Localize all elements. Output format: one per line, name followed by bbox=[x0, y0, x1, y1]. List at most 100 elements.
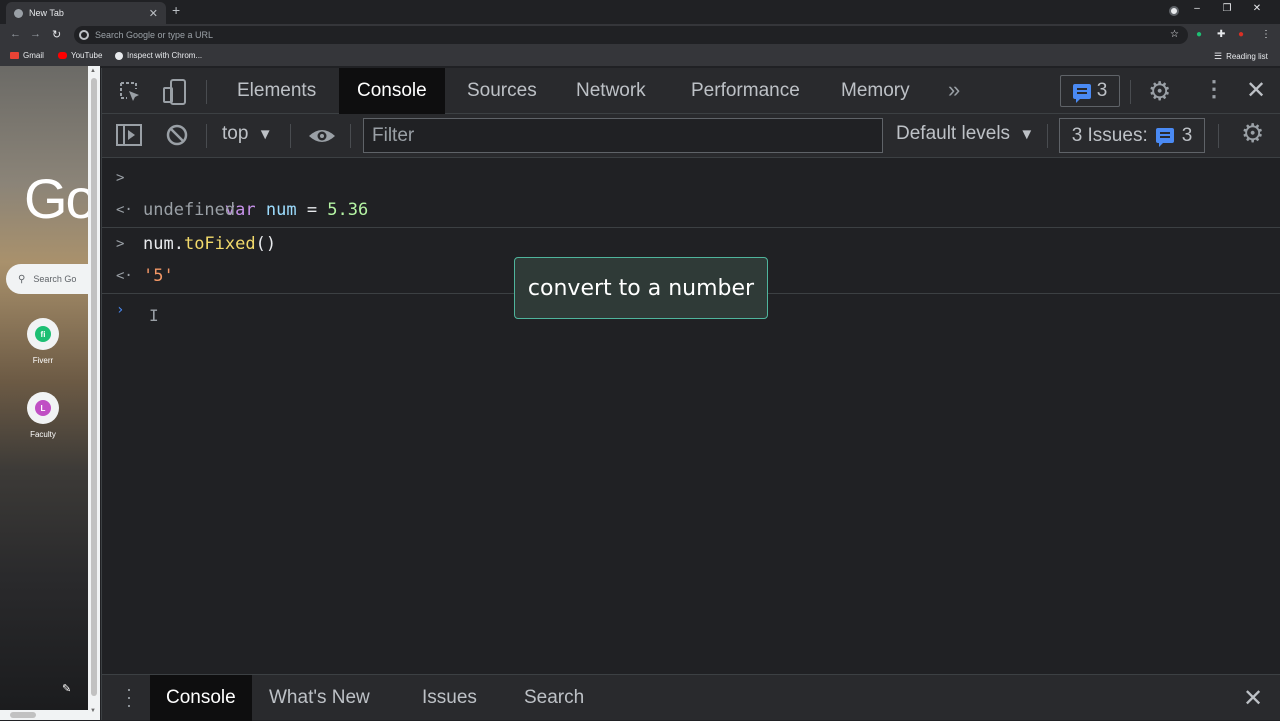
input-chevron-icon: > bbox=[116, 170, 125, 186]
inspect-element-icon[interactable] bbox=[118, 80, 142, 104]
scrollbar-thumb[interactable] bbox=[91, 78, 97, 696]
devtools-panel: Elements Console Sources Network Perform… bbox=[101, 68, 1280, 721]
chrome-menu-icon[interactable]: ⋮ bbox=[1261, 29, 1271, 40]
tab-console[interactable]: Console bbox=[339, 68, 445, 114]
chat-icon bbox=[1072, 83, 1091, 103]
issues-button[interactable]: 3 Issues: 3 bbox=[1059, 118, 1205, 153]
clear-console-icon[interactable] bbox=[165, 123, 189, 147]
shortcut-fiverr[interactable]: fi Fiverr bbox=[14, 318, 72, 365]
console-result[interactable]: '5' bbox=[143, 260, 174, 292]
window-controls: – ❐ ✕ bbox=[1182, 3, 1272, 14]
minimize-icon[interactable]: – bbox=[1182, 3, 1212, 14]
context-value: top bbox=[222, 123, 249, 144]
result-arrow-icon: <· bbox=[116, 202, 133, 218]
drawer-tab-console[interactable]: Console bbox=[150, 675, 252, 721]
log-levels-dropdown[interactable]: Default levels ▼ bbox=[896, 123, 1034, 145]
console-output[interactable]: > var num = 5.36 <· undefined > num.toFi… bbox=[102, 158, 1280, 672]
tab-memory[interactable]: Memory bbox=[841, 68, 910, 114]
code-token: '5' bbox=[143, 266, 174, 286]
google-logo: Go bbox=[24, 167, 88, 230]
settings-gear-icon[interactable]: ⚙ bbox=[1148, 76, 1171, 107]
tab-sources[interactable]: Sources bbox=[467, 68, 537, 114]
close-devtools-icon[interactable]: ✕ bbox=[1246, 76, 1266, 105]
drawer-tab-search[interactable]: Search bbox=[524, 675, 584, 721]
messages-count: 3 bbox=[1096, 80, 1108, 101]
close-tab-icon[interactable]: ✕ bbox=[149, 7, 158, 20]
tab-network[interactable]: Network bbox=[576, 68, 646, 114]
scroll-up-icon[interactable]: ▲ bbox=[90, 68, 96, 74]
code-token: num. bbox=[143, 234, 184, 254]
console-code[interactable]: num.toFixed() bbox=[143, 228, 276, 260]
close-window-icon[interactable]: ✕ bbox=[1242, 3, 1272, 14]
scrollbar-thumb[interactable] bbox=[10, 712, 36, 718]
sidebar-toggle-icon[interactable] bbox=[116, 123, 142, 147]
chat-icon bbox=[1155, 128, 1174, 147]
newtab-search-box[interactable]: ⚲ Search Go bbox=[6, 264, 88, 294]
console-result[interactable]: undefined bbox=[143, 194, 235, 226]
browser-toolbar: ← → ↻ Search Google or type a URL ☆ ● ✚ … bbox=[0, 24, 1280, 46]
kebab-menu-icon[interactable]: ⋮ bbox=[1203, 76, 1225, 102]
bookmark-inspect[interactable]: Inspect with Chrom... bbox=[115, 51, 202, 60]
omnibox[interactable]: Search Google or type a URL bbox=[74, 26, 1188, 44]
drawer-tab-issues[interactable]: Issues bbox=[422, 675, 477, 721]
live-expression-eye-icon[interactable] bbox=[307, 127, 337, 145]
device-toolbar-icon[interactable] bbox=[162, 78, 188, 106]
drawer-menu-icon[interactable]: · · · bbox=[124, 680, 134, 714]
browser-tabstrip: New Tab ✕ + – ❐ ✕ bbox=[0, 0, 1280, 24]
customize-pencil-icon[interactable]: ✎ bbox=[62, 682, 71, 695]
youtube-icon bbox=[58, 52, 67, 59]
bookmark-label: Gmail bbox=[23, 51, 44, 60]
drawer-tab-whats-new[interactable]: What's New bbox=[269, 675, 370, 721]
separator bbox=[206, 124, 207, 148]
shortcut-faculty[interactable]: L Faculty bbox=[14, 392, 72, 439]
filter-input[interactable]: Filter bbox=[363, 118, 883, 153]
recording-indicator-icon bbox=[1169, 6, 1179, 16]
reading-list-button[interactable]: ☰ Reading list bbox=[1214, 51, 1268, 62]
page-vertical-scrollbar[interactable]: ▲ ▼ bbox=[88, 66, 100, 720]
bookmark-gmail[interactable]: Gmail bbox=[10, 51, 44, 60]
annotation-tooltip: convert to a number bbox=[514, 257, 768, 319]
omnibox-placeholder: Search Google or type a URL bbox=[95, 30, 214, 40]
input-chevron-icon: > bbox=[116, 236, 125, 252]
shortcut-label: Faculty bbox=[30, 430, 56, 439]
new-tab-icon[interactable]: + bbox=[172, 2, 180, 18]
profile-avatar-icon[interactable]: ● bbox=[1238, 29, 1244, 40]
tab-performance[interactable]: Performance bbox=[691, 68, 800, 114]
newtab-search-placeholder: Search Go bbox=[33, 274, 77, 284]
messages-badge[interactable]: 3 bbox=[1060, 75, 1120, 107]
separator bbox=[1130, 80, 1131, 104]
bookmark-star-icon[interactable]: ☆ bbox=[1170, 29, 1179, 40]
reload-icon[interactable]: ↻ bbox=[52, 28, 61, 41]
restore-icon[interactable]: ❐ bbox=[1212, 3, 1242, 14]
google-icon bbox=[79, 30, 89, 40]
code-token: undefined bbox=[143, 200, 236, 220]
console-input-line: > var num = 5.36 bbox=[102, 162, 1280, 220]
bookmark-youtube[interactable]: YouTube bbox=[58, 51, 102, 60]
console-settings-gear-icon[interactable]: ⚙ bbox=[1241, 118, 1264, 149]
browser-tab-title: New Tab bbox=[29, 8, 64, 18]
shortcut-tile: L bbox=[27, 392, 59, 424]
page-horizontal-scrollbar[interactable] bbox=[0, 710, 88, 720]
extension-grammarly-icon[interactable]: ● bbox=[1196, 29, 1202, 40]
browser-tab[interactable]: New Tab ✕ bbox=[6, 2, 166, 24]
search-icon: ⚲ bbox=[18, 273, 26, 285]
separator bbox=[1218, 124, 1219, 148]
shortcut-label: Fiverr bbox=[32, 356, 54, 365]
console-result-line: <· undefined bbox=[102, 194, 1280, 226]
devtools-drawer: · · · Console What's New Issues Search ✕ bbox=[102, 674, 1280, 721]
bookmark-label: YouTube bbox=[71, 51, 103, 60]
tab-elements[interactable]: Elements bbox=[237, 68, 316, 114]
prompt-chevron-icon: › bbox=[116, 302, 125, 318]
extensions-puzzle-icon[interactable]: ✚ bbox=[1217, 29, 1225, 40]
console-input-line: > num.toFixed() bbox=[102, 228, 1280, 260]
forward-icon[interactable]: → bbox=[30, 28, 41, 40]
issues-count: 3 bbox=[1181, 124, 1193, 146]
back-icon[interactable]: ← bbox=[10, 28, 21, 40]
result-arrow-icon: <· bbox=[116, 268, 133, 284]
close-drawer-icon[interactable]: ✕ bbox=[1243, 684, 1263, 713]
shortcut-tile: fi bbox=[27, 318, 59, 350]
scroll-down-icon[interactable]: ▼ bbox=[90, 708, 96, 714]
more-tabs-chevron-icon[interactable]: » bbox=[948, 77, 960, 103]
issues-label: 3 Issues: bbox=[1071, 124, 1148, 146]
context-selector[interactable]: top ▼ bbox=[222, 123, 273, 145]
